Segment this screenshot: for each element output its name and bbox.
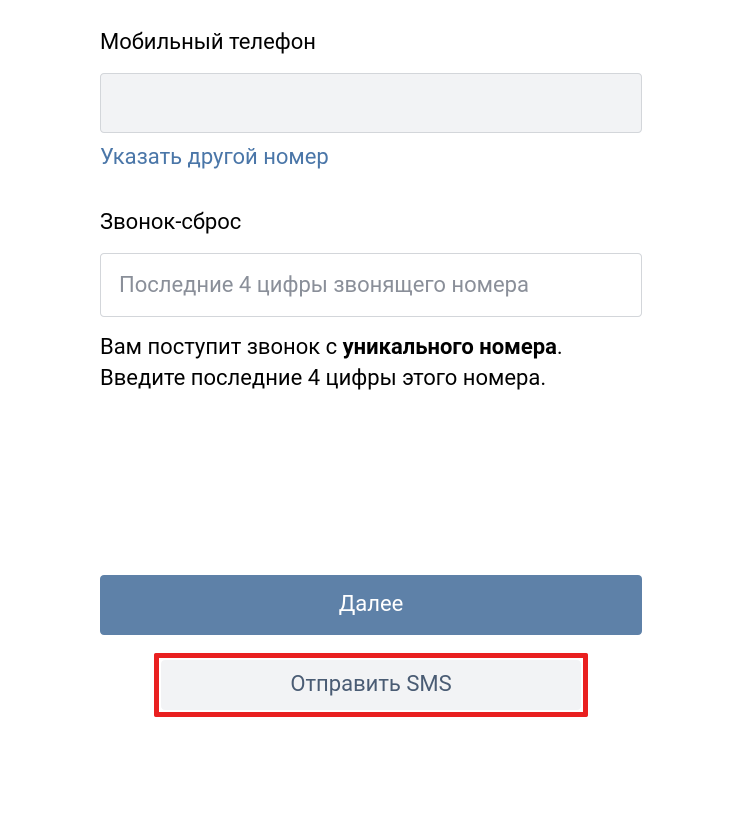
phone-label: Мобильный телефон [100, 30, 642, 55]
help-text-bold: уникального номера [343, 335, 557, 360]
next-button[interactable]: Далее [100, 575, 642, 635]
send-sms-button[interactable]: Отправить SMS [161, 660, 581, 710]
phone-display-field [100, 73, 642, 133]
verification-form: Мобильный телефон Указать другой номер З… [100, 30, 642, 717]
help-text-prefix: Вам поступит звонок с [100, 335, 343, 360]
code-input[interactable] [100, 253, 642, 317]
send-sms-highlight: Отправить SMS [154, 653, 588, 717]
help-text: Вам поступит звонок с уникального номера… [100, 333, 642, 395]
call-reset-label: Звонок-сброс [100, 210, 642, 235]
change-number-link[interactable]: Указать другой номер [100, 145, 329, 170]
